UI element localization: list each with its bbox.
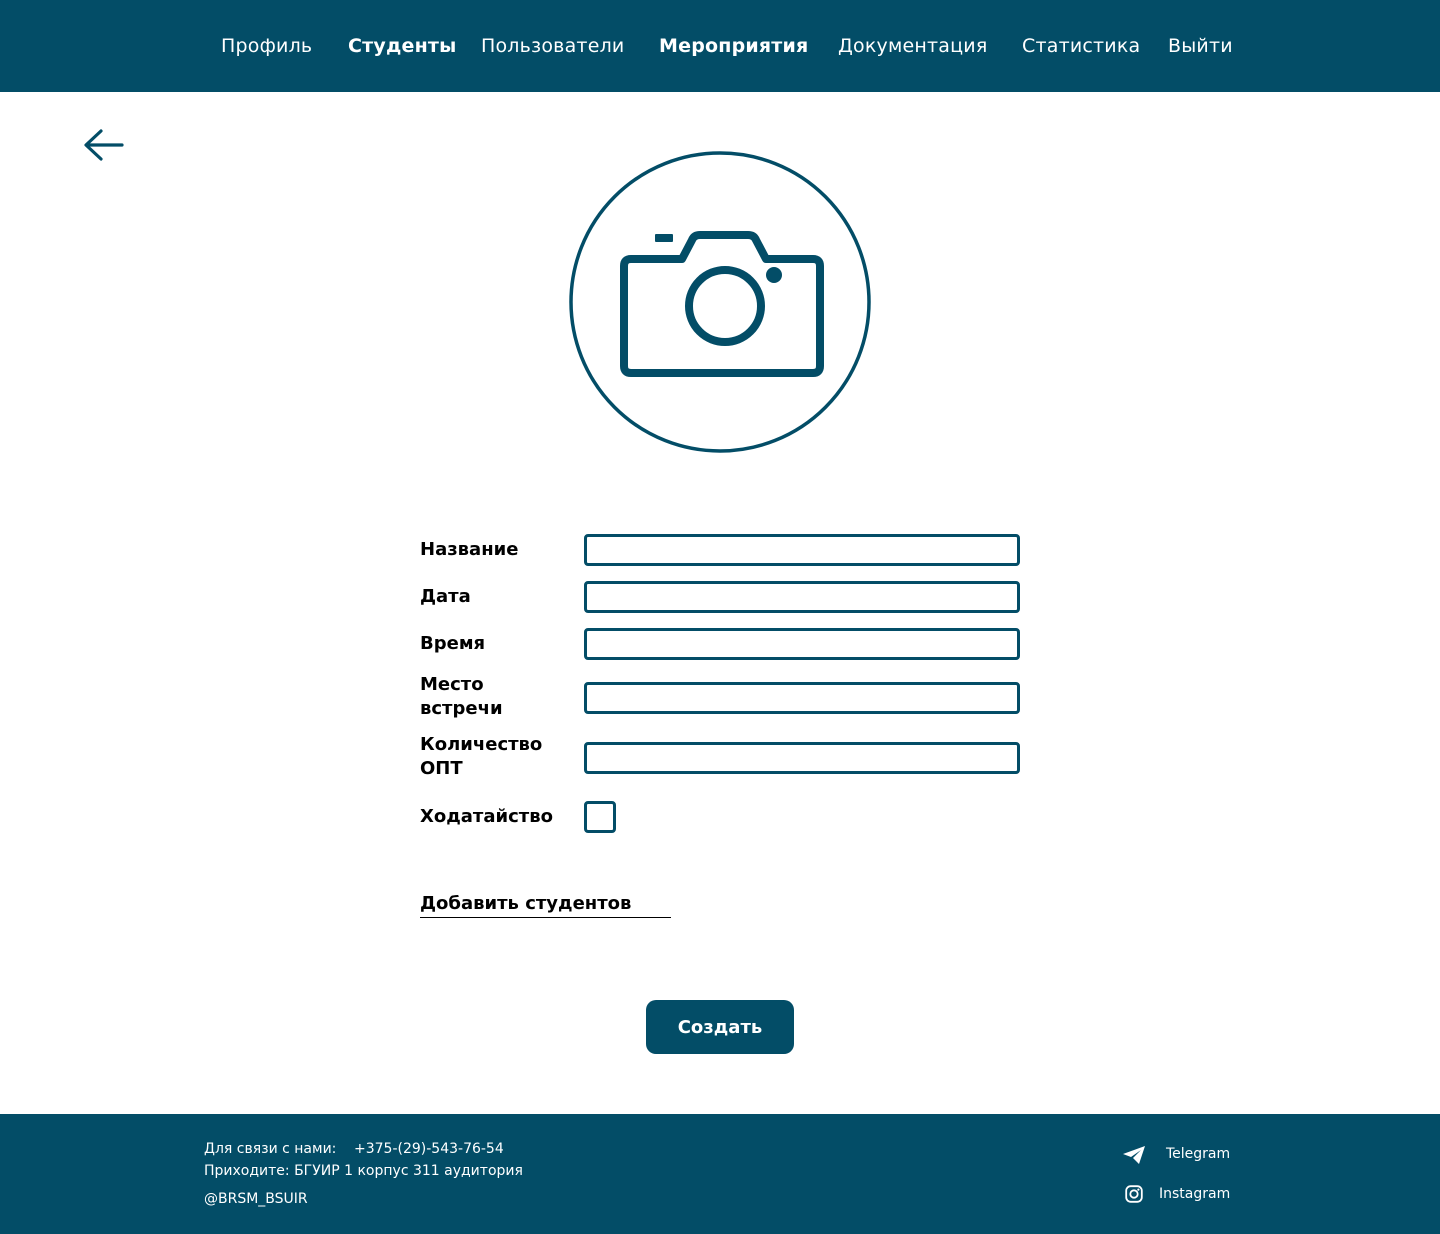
instagram-link[interactable]: Instagram: [1159, 1185, 1230, 1203]
nav-item-events[interactable]: Мероприятия: [659, 32, 808, 60]
telegram-link[interactable]: Telegram: [1166, 1145, 1230, 1163]
meeting-place-label-line1: Место: [420, 674, 484, 695]
opt-count-label-line1: Количество: [420, 734, 543, 755]
name-label: Название: [420, 539, 519, 560]
main-nav: Профиль Студенты Пользователи Мероприяти…: [0, 0, 1440, 92]
meeting-place-label-line2: встречи: [420, 698, 503, 719]
nav-item-students[interactable]: Студенты: [348, 32, 457, 60]
petition-checkbox[interactable]: [584, 801, 616, 833]
footer-phone: +375-(29)-543-76-54: [354, 1141, 504, 1157]
opt-count-label: Количество ОПТ: [420, 733, 542, 781]
create-button[interactable]: Создать: [646, 1000, 794, 1054]
name-input[interactable]: [584, 534, 1020, 566]
footer-address: Приходите: БГУИР 1 корпус 311 аудитория: [204, 1163, 523, 1179]
add-students-link[interactable]: Добавить студентов: [420, 892, 671, 918]
opt-count-input[interactable]: [584, 742, 1020, 774]
footer-contact-label: Для связи с нами:: [204, 1141, 337, 1157]
nav-item-profile[interactable]: Профиль: [221, 32, 312, 60]
footer-handle: @BRSM_BSUIR: [204, 1191, 308, 1207]
nav-item-logout[interactable]: Выйти: [1168, 32, 1233, 60]
event-photo-upload[interactable]: [569, 151, 871, 453]
meeting-place-input[interactable]: [584, 682, 1020, 714]
petition-label: Ходатайство: [420, 806, 553, 827]
time-input[interactable]: [584, 628, 1020, 660]
opt-count-label-line2: ОПТ: [420, 758, 463, 779]
nav-item-statistics[interactable]: Статистика: [1022, 32, 1140, 60]
time-label: Время: [420, 633, 486, 654]
top-navigation-bar: Профиль Студенты Пользователи Мероприяти…: [0, 0, 1440, 92]
date-label: Дата: [420, 586, 471, 607]
telegram-icon[interactable]: [1122, 1145, 1146, 1165]
back-button[interactable]: [80, 124, 126, 166]
nav-item-users[interactable]: Пользователи: [481, 32, 624, 60]
date-input[interactable]: [584, 581, 1020, 613]
nav-item-documentation[interactable]: Документация: [838, 32, 987, 60]
instagram-icon[interactable]: [1125, 1185, 1143, 1203]
camera-icon: [620, 231, 824, 377]
arrow-left-icon: [84, 129, 124, 161]
footer: Для связи с нами: +375-(29)-543-76-54 Пр…: [0, 1114, 1440, 1234]
meeting-place-label: Место встречи: [420, 673, 503, 721]
